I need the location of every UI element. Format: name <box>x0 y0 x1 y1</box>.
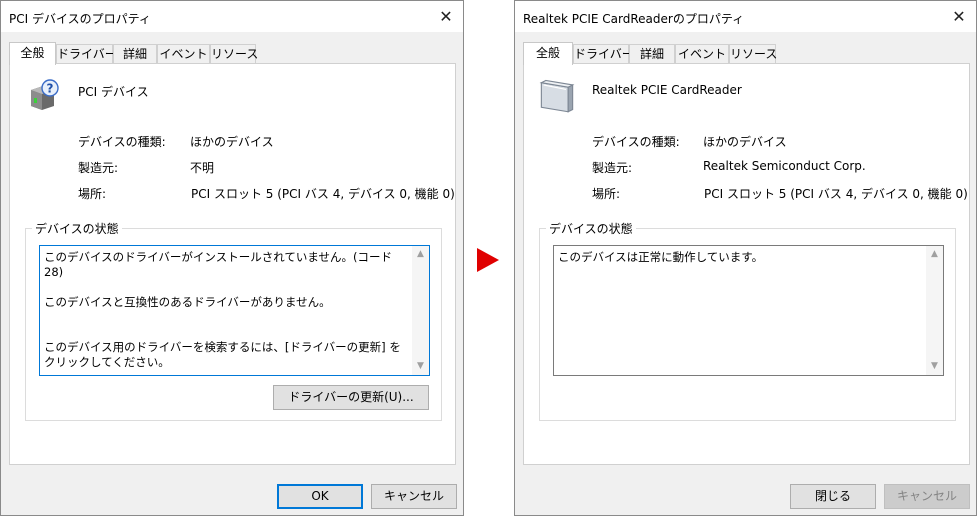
ok-button[interactable]: OK <box>277 484 363 509</box>
cancel-button: キャンセル <box>884 484 970 509</box>
manufacturer-label: 製造元: <box>78 161 119 175</box>
general-tab-panel: ? PCI デバイス デバイスの種類: ほかのデバイス 製造元: 不明 場所: … <box>9 63 456 465</box>
location-label: 場所: <box>592 187 621 201</box>
tab-events[interactable]: イベント <box>157 44 210 63</box>
tab-general[interactable]: 全般 <box>9 42 56 65</box>
tab-resources[interactable]: リソース <box>210 44 258 63</box>
device-status-title: デバイスの状態 <box>546 220 636 237</box>
general-tab-panel: Realtek PCIE CardReader デバイスの種類: ほかのデバイス… <box>523 63 970 465</box>
device-status-text: このデバイスは正常に動作しています。 <box>558 250 764 264</box>
unknown-device-question-icon: ? <box>31 79 59 110</box>
comparison-screenshot: PCI デバイスのプロパティ ✕ 全般 ドライバー 詳細 イベント リソース ?… <box>0 0 977 518</box>
manufacturer-value: Realtek Semiconduct Corp. <box>703 159 866 173</box>
device-type-value: ほかのデバイス <box>190 135 274 149</box>
right-triangle-arrow-icon <box>477 248 499 272</box>
scroll-up-icon[interactable]: ▲ <box>926 246 943 263</box>
scroll-down-icon[interactable]: ▼ <box>926 358 943 375</box>
tab-driver[interactable]: ドライバー <box>56 44 117 63</box>
device-type-value: ほかのデバイス <box>703 135 787 149</box>
device-status-text: このデバイスのドライバーがインストールされていません。(コード 28) このデバ… <box>44 250 401 369</box>
update-driver-button[interactable]: ドライバーの更新(U)... <box>273 385 429 410</box>
tab-resources[interactable]: リソース <box>729 44 777 63</box>
scroll-down-icon[interactable]: ▼ <box>412 358 429 375</box>
tab-events[interactable]: イベント <box>675 44 729 63</box>
tab-details[interactable]: 詳細 <box>113 44 157 63</box>
title-bar: PCI デバイスのプロパティ ✕ <box>1 1 463 32</box>
location-label: 場所: <box>78 187 107 201</box>
device-status-group: デバイスの状態 このデバイスは正常に動作しています。 ▲ ▼ <box>539 220 956 421</box>
cancel-button[interactable]: キャンセル <box>371 484 457 509</box>
device-name: Realtek PCIE CardReader <box>592 83 742 97</box>
device-status-group: デバイスの状態 このデバイスのドライバーがインストールされていません。(コード … <box>25 220 442 421</box>
close-icon[interactable]: ✕ <box>942 1 976 32</box>
status-scrollbar[interactable]: ▲ ▼ <box>412 246 429 375</box>
window-title: Realtek PCIE CardReaderのプロパティ <box>523 12 745 26</box>
device-type-label: デバイスの種類: <box>78 135 166 149</box>
tab-driver[interactable]: ドライバー <box>573 44 634 63</box>
location-value: PCI スロット 5 (PCI バス 4, デバイス 0, 機能 0) <box>704 187 968 201</box>
title-bar: Realtek PCIE CardReaderのプロパティ ✕ <box>515 1 976 32</box>
close-icon[interactable]: ✕ <box>429 1 463 32</box>
scroll-up-icon[interactable]: ▲ <box>412 246 429 263</box>
status-scrollbar[interactable]: ▲ ▼ <box>926 246 943 375</box>
location-value: PCI スロット 5 (PCI バス 4, デバイス 0, 機能 0) <box>191 187 455 201</box>
tab-general[interactable]: 全般 <box>523 42 573 65</box>
card-reader-icon <box>539 79 575 113</box>
svg-text:?: ? <box>47 82 54 96</box>
manufacturer-label: 製造元: <box>592 161 633 175</box>
device-status-textbox[interactable]: このデバイスは正常に動作しています。 ▲ ▼ <box>553 245 944 376</box>
close-button[interactable]: 閉じる <box>790 484 876 509</box>
manufacturer-value: 不明 <box>190 161 215 175</box>
tab-details[interactable]: 詳細 <box>629 44 675 63</box>
pci-device-properties-dialog: PCI デバイスのプロパティ ✕ 全般 ドライバー 詳細 イベント リソース ?… <box>0 0 464 516</box>
device-type-label: デバイスの種類: <box>592 135 680 149</box>
device-status-title: デバイスの状態 <box>32 220 122 237</box>
window-title: PCI デバイスのプロパティ <box>9 12 151 26</box>
device-status-textbox[interactable]: このデバイスのドライバーがインストールされていません。(コード 28) このデバ… <box>39 245 430 376</box>
device-name: PCI デバイス <box>78 85 149 99</box>
card-reader-properties-dialog: Realtek PCIE CardReaderのプロパティ ✕ 全般 ドライバー… <box>514 0 977 516</box>
